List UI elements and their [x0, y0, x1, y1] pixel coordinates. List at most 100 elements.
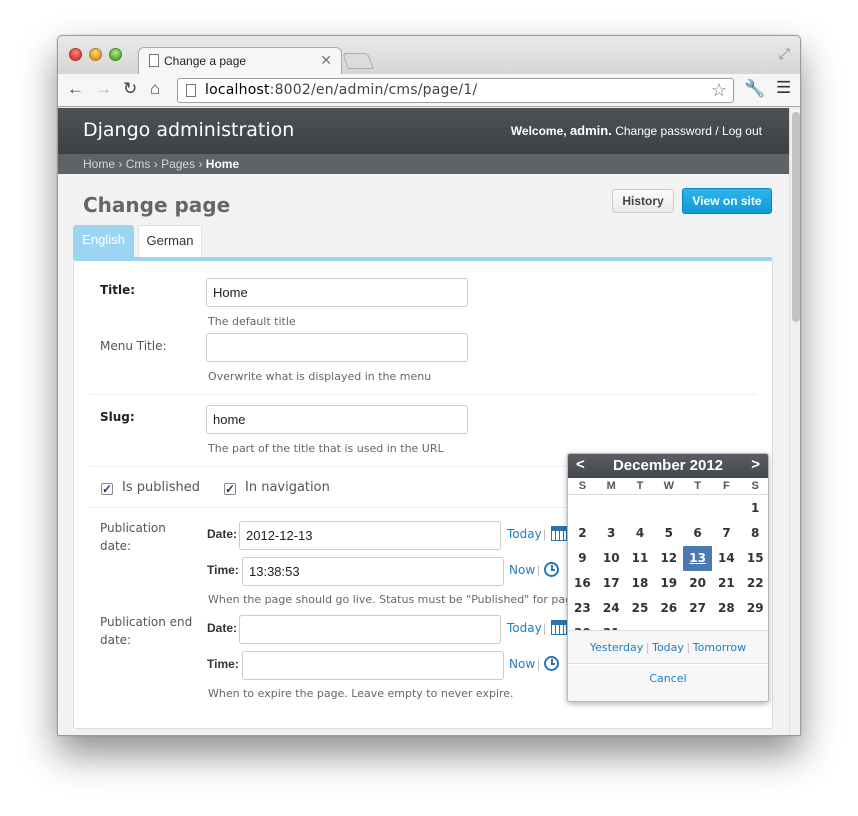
pub-end-date-field[interactable] — [239, 615, 501, 644]
calendar-day[interactable]: 26 — [654, 596, 683, 621]
menu-icon[interactable]: ☰ — [776, 78, 791, 98]
in-navigation-label: In navigation — [245, 480, 330, 495]
pub-end-date-sublabel: Date: — [207, 621, 238, 635]
breadcrumb-home[interactable]: Home — [83, 157, 115, 171]
calendar-day[interactable]: 12 — [654, 546, 683, 571]
breadcrumb-cms[interactable]: Cms — [126, 157, 151, 171]
calendar-day[interactable]: 22 — [741, 571, 768, 596]
history-button[interactable]: History — [612, 189, 674, 213]
calendar-weekday: M — [606, 480, 616, 492]
calendar-cancel-link[interactable]: Cancel — [649, 672, 686, 685]
calendar-today-link[interactable]: Today — [652, 641, 684, 654]
log-out-link[interactable]: Log out — [722, 124, 762, 138]
calendar-icon[interactable] — [551, 526, 567, 541]
scrollbar-thumb[interactable] — [792, 112, 800, 322]
calendar-day[interactable]: 7 — [712, 521, 741, 546]
calendar-day[interactable]: 4 — [626, 521, 655, 546]
site-name[interactable]: Django administration — [83, 119, 294, 141]
home-icon[interactable]: ⌂ — [150, 79, 160, 99]
pub-end-help: When to expire the page. Leave empty to … — [208, 687, 514, 700]
pub-time-now-link[interactable]: Now — [509, 563, 535, 577]
calendar-day[interactable]: 27 — [683, 596, 712, 621]
calendar-day[interactable]: 2 — [568, 521, 597, 546]
calendar-day[interactable]: 28 — [712, 596, 741, 621]
calendar-day[interactable]: 19 — [654, 571, 683, 596]
calendar-day[interactable]: 1 — [741, 496, 768, 521]
breadcrumb-pages[interactable]: Pages — [161, 157, 195, 171]
calendar-shortcuts: Yesterday | Today | Tomorrow — [568, 630, 768, 664]
username: admin. — [569, 123, 612, 138]
pub-time-sublabel: Time: — [207, 563, 239, 577]
calendar-day[interactable]: 20 — [683, 571, 712, 596]
clock-icon[interactable] — [544, 562, 559, 577]
calendar-day[interactable]: 21 — [712, 571, 741, 596]
calendar-day[interactable]: 5 — [654, 521, 683, 546]
calendar-day[interactable]: 11 — [626, 546, 655, 571]
tab-german[interactable]: German — [138, 225, 202, 257]
scrollbar[interactable] — [789, 108, 800, 735]
wrench-icon[interactable]: 🔧 — [744, 79, 765, 99]
pub-end-time-field[interactable] — [242, 651, 504, 680]
fullscreen-icon[interactable]: ⤢ — [779, 45, 790, 62]
calendar-popup: December 2012 < > S M T W T F S 1 2 3 4 5 6 7 8 9 10 11 12… — [567, 453, 769, 702]
title-field[interactable]: Home — [206, 278, 468, 307]
pub-date-help: When the page should go live. Status mus… — [208, 593, 621, 606]
reload-icon[interactable]: ↻ — [123, 79, 137, 99]
previous-month-icon[interactable]: < — [576, 456, 585, 473]
calendar-day[interactable]: 23 — [568, 596, 597, 621]
breadcrumb: Home › Cms › Pages › Home — [58, 154, 789, 174]
close-tab-icon[interactable]: ✕ — [320, 52, 332, 69]
calendar-tomorrow-link[interactable]: Tomorrow — [693, 641, 746, 654]
calendar-day[interactable]: 15 — [741, 546, 768, 571]
tab-strip: Change a page ✕ ⤢ — [58, 36, 800, 75]
pub-end-today-link[interactable]: Today — [507, 621, 542, 635]
calendar-icon[interactable] — [551, 620, 567, 635]
calendar-day[interactable]: 16 — [568, 571, 597, 596]
calendar-day[interactable]: 9 — [568, 546, 597, 571]
is-published-checkbox[interactable]: ✓ — [101, 483, 113, 495]
clock-icon[interactable] — [544, 656, 559, 671]
close-window-button[interactable] — [69, 48, 82, 61]
slug-field[interactable]: home — [206, 405, 468, 434]
pub-end-now-link[interactable]: Now — [509, 657, 535, 671]
link-separator: | — [543, 527, 547, 541]
calendar-day[interactable]: 8 — [741, 521, 768, 546]
calendar-weekday: S — [751, 480, 759, 492]
minimize-window-button[interactable] — [89, 48, 102, 61]
calendar-day[interactable]: 29 — [741, 596, 768, 621]
calendar-day[interactable]: 17 — [597, 571, 626, 596]
link-separator: | — [543, 621, 547, 635]
back-icon[interactable]: ← — [67, 79, 84, 99]
calendar-day[interactable]: 24 — [597, 596, 626, 621]
pub-date-label-line1: Publication — [100, 521, 166, 535]
shortcut-separator: | — [646, 642, 650, 654]
welcome-text: Welcome, — [510, 124, 567, 138]
zoom-window-button[interactable] — [109, 48, 122, 61]
tab-english[interactable]: English — [73, 225, 134, 257]
calendar-weekday: T — [636, 480, 644, 492]
in-navigation-checkbox[interactable]: ✓ — [224, 483, 236, 495]
calendar-day[interactable]: 6 — [683, 521, 712, 546]
forward-icon[interactable]: → — [95, 79, 112, 99]
calendar-yesterday-link[interactable]: Yesterday — [590, 641, 643, 654]
bookmark-star-icon[interactable]: ☆ — [711, 80, 727, 101]
calendar-day[interactable]: 3 — [597, 521, 626, 546]
pub-end-time-sublabel: Time: — [207, 657, 239, 671]
calendar-day-selected[interactable]: 13 — [683, 546, 712, 571]
next-month-icon[interactable]: > — [751, 456, 760, 473]
new-tab-button[interactable] — [342, 53, 374, 69]
pub-date-today-link[interactable]: Today — [507, 527, 542, 541]
slug-label: Slug: — [100, 410, 135, 424]
calendar-day[interactable]: 10 — [597, 546, 626, 571]
calendar-day[interactable]: 14 — [712, 546, 741, 571]
calendar-day[interactable]: 18 — [626, 571, 655, 596]
change-password-link[interactable]: Change password — [615, 124, 712, 138]
menu-title-field[interactable] — [206, 333, 468, 362]
calendar-weekday: W — [663, 480, 674, 492]
address-bar[interactable]: localhost:8002/en/admin/cms/page/1/ ☆ — [177, 78, 734, 103]
browser-tab[interactable]: Change a page ✕ — [138, 47, 342, 75]
pub-date-field[interactable]: 2012-12-13 — [239, 521, 501, 550]
calendar-day[interactable]: 25 — [626, 596, 655, 621]
view-on-site-button[interactable]: View on site — [682, 188, 772, 214]
pub-time-field[interactable]: 13:38:53 — [242, 557, 504, 586]
